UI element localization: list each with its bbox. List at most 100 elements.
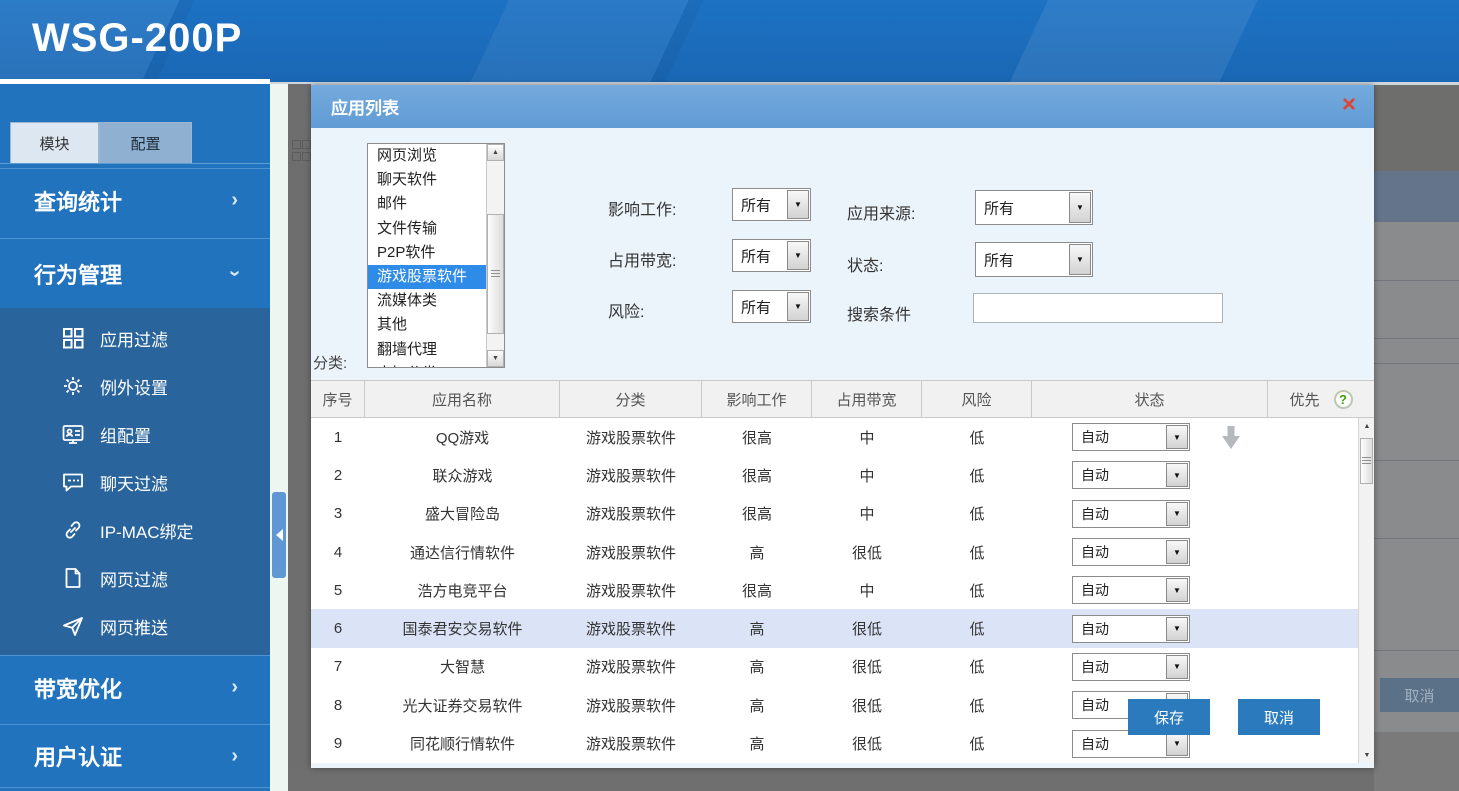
list-item[interactable]: 翻墙代理: [368, 338, 487, 362]
cancel-button[interactable]: 取消: [1238, 699, 1320, 735]
dropdown-arrow-icon[interactable]: ▼: [1166, 463, 1188, 488]
list-item[interactable]: 其他: [368, 313, 487, 337]
table-row[interactable]: 4 通达信行情软件 游戏股票软件 高 很低 低 自动 ▼: [311, 532, 1374, 572]
scrollbar-thumb[interactable]: [487, 214, 504, 334]
chevron-right-icon: ›: [231, 676, 238, 698]
sidebar-item-exception-settings[interactable]: 例外设置: [0, 366, 270, 406]
cancel-button-label: 取消: [1263, 709, 1294, 727]
dropdown-arrow-icon[interactable]: ▼: [787, 190, 809, 219]
list-item[interactable]: 流媒体类: [368, 289, 487, 313]
dimmed-table-header: [1374, 171, 1459, 222]
app-table: 序号 应用名称 分类 影响工作 占用带宽 风险 状态 优先 ? 1 QQ游戏 游…: [311, 380, 1374, 763]
sidebar-item-chat-filter[interactable]: 聊天过滤: [0, 462, 270, 502]
sidebar-item-label: 例外设置: [100, 378, 168, 398]
sidebar-section-behavior-mgmt[interactable]: 行为管理 ›: [0, 238, 270, 308]
section-label: 行为管理: [34, 262, 123, 288]
status-select[interactable]: 自动▼: [1072, 499, 1190, 528]
list-item[interactable]: 聊天软件: [368, 168, 487, 192]
status-select[interactable]: 自动▼: [1072, 538, 1190, 567]
tab-config[interactable]: 配置: [99, 122, 192, 164]
scroll-down-icon[interactable]: ▼: [487, 350, 504, 367]
dimmed-background-right: 取消: [1374, 85, 1459, 791]
sidebar-section-bandwidth-opt[interactable]: 带宽优化 ›: [0, 655, 270, 719]
scroll-up-icon[interactable]: ▲: [1359, 418, 1375, 434]
table-row[interactable]: 7 大智慧 游戏股票软件 高 很低 低 自动 ▼: [311, 647, 1374, 687]
bandwidth-filter-select[interactable]: 所有 ▼: [732, 239, 811, 272]
risk-filter-select[interactable]: 所有 ▼: [732, 290, 811, 323]
section-label: 带宽优化: [34, 676, 123, 702]
list-item[interactable]: 未知分类: [368, 362, 487, 367]
dropdown-arrow-icon[interactable]: ▼: [1166, 654, 1188, 679]
list-item[interactable]: 邮件: [368, 192, 487, 216]
impact-filter-label: 影响工作:: [608, 202, 677, 219]
dropdown-arrow-icon[interactable]: ▼: [787, 292, 809, 321]
chevron-down-icon: ›: [224, 270, 247, 277]
table-row-selected[interactable]: 6 国泰君安交易软件 游戏股票软件 高 很低 低 自动 ▼: [311, 609, 1374, 648]
sidebar-item-label: 网页推送: [100, 618, 168, 638]
status-select[interactable]: 自动▼: [1072, 614, 1190, 643]
sidebar-item-web-push[interactable]: 网页推送: [0, 606, 270, 646]
scrollbar-thumb[interactable]: [1360, 438, 1373, 484]
search-input[interactable]: [973, 293, 1223, 323]
dropdown-arrow-icon[interactable]: ▼: [1069, 192, 1091, 223]
table-row[interactable]: 1 QQ游戏 游戏股票软件 很高 中 低 自动 ▼: [311, 418, 1374, 457]
select-value: 所有: [984, 200, 1015, 217]
list-item[interactable]: 网页浏览: [368, 144, 487, 168]
paper-plane-icon: [60, 613, 86, 639]
col-header-category: 分类: [560, 381, 702, 417]
status-select[interactable]: 自动▼: [1072, 461, 1190, 490]
sidebar-item-label: 网页过滤: [100, 570, 168, 590]
table-row[interactable]: 5 浩方电竞平台 游戏股票软件 很高 中 低 自动 ▼: [311, 571, 1374, 610]
list-item[interactable]: P2P软件: [368, 241, 487, 265]
sidebar-section-user-auth[interactable]: 用户认证 ›: [0, 724, 270, 788]
table-row[interactable]: 2 联众游戏 游戏股票软件 很高 中 低 自动 ▼: [311, 456, 1374, 495]
sidebar-gutter: [270, 84, 288, 791]
close-icon[interactable]: ×: [1342, 91, 1356, 119]
col-header-status: 状态: [1032, 381, 1268, 417]
source-filter-select[interactable]: 所有 ▼: [975, 190, 1093, 225]
table-scrollbar[interactable]: ▲ ▼: [1358, 418, 1374, 763]
dropdown-arrow-icon[interactable]: ▼: [1166, 731, 1188, 756]
save-button[interactable]: 保存: [1128, 699, 1210, 735]
app-list-dialog: 应用列表 × 网页浏览 聊天软件 邮件 文件传输 P2P软件 游戏股票软件 流媒…: [311, 85, 1374, 768]
tab-underline: [0, 163, 270, 164]
tab-module[interactable]: 模块: [10, 122, 99, 164]
scroll-down-icon[interactable]: ▼: [1359, 747, 1375, 763]
status-select[interactable]: 自动▼: [1072, 576, 1190, 605]
dropdown-arrow-icon[interactable]: ▼: [1166, 501, 1188, 526]
dimmed-footer: [1374, 732, 1459, 791]
col-header-bandwidth: 占用带宽: [812, 381, 922, 417]
dropdown-arrow-icon[interactable]: ▼: [1166, 540, 1188, 565]
help-icon[interactable]: ?: [1333, 389, 1353, 409]
sidebar-item-group-config[interactable]: 组配置: [0, 414, 270, 454]
search-label: 搜索条件: [847, 307, 912, 324]
status-select[interactable]: 自动▼: [1072, 652, 1190, 681]
sidebar-section-query-stats[interactable]: 查询统计 ›: [0, 168, 270, 232]
status-select[interactable]: 自动▼: [1072, 423, 1190, 452]
list-item-selected[interactable]: 游戏股票软件: [368, 265, 487, 290]
dropdown-arrow-icon[interactable]: ▼: [1166, 616, 1188, 641]
dropdown-arrow-icon[interactable]: ▼: [1166, 425, 1188, 450]
impact-filter-select[interactable]: 所有 ▼: [732, 188, 811, 221]
col-header-risk: 风险: [922, 381, 1032, 417]
dropdown-arrow-icon[interactable]: ▼: [1166, 578, 1188, 603]
table-row[interactable]: 3 盛大冒险岛 游戏股票软件 很高 中 低 自动 ▼: [311, 494, 1374, 533]
list-item[interactable]: 文件传输: [368, 217, 487, 241]
sidebar-item-ip-mac-binding[interactable]: IP-MAC绑定: [0, 510, 270, 550]
dropdown-arrow-icon[interactable]: ▼: [1069, 244, 1091, 275]
table-row[interactable]: 9 同花顺行情软件 游戏股票软件 高 很低 低 自动 ▼: [311, 724, 1374, 763]
tab-config-label: 配置: [130, 136, 161, 153]
priority-header-label: 优先: [1289, 391, 1320, 409]
scroll-up-icon[interactable]: ▲: [487, 144, 504, 161]
chat-bubble-icon: [60, 469, 86, 495]
sidebar: 模块 配置 查询统计 › 行为管理 › 应用过滤 例外设置 组配置 聊天过滤 I…: [0, 84, 270, 791]
status-filter-select[interactable]: 所有 ▼: [975, 242, 1093, 277]
sidebar-item-app-filter[interactable]: 应用过滤: [0, 318, 270, 358]
sidebar-item-web-filter[interactable]: 网页过滤: [0, 558, 270, 598]
table-row[interactable]: 8 光大证券交易软件 游戏股票软件 高 很低 低 自动▼: [311, 686, 1374, 725]
priority-down-icon[interactable]: [1220, 424, 1242, 451]
sidebar-collapse-handle[interactable]: [272, 492, 286, 578]
listbox-scrollbar[interactable]: ▲ ▼: [486, 144, 504, 367]
dialog-body: 网页浏览 聊天软件 邮件 文件传输 P2P软件 游戏股票软件 流媒体类 其他 翻…: [311, 128, 1374, 768]
dropdown-arrow-icon[interactable]: ▼: [787, 241, 809, 270]
